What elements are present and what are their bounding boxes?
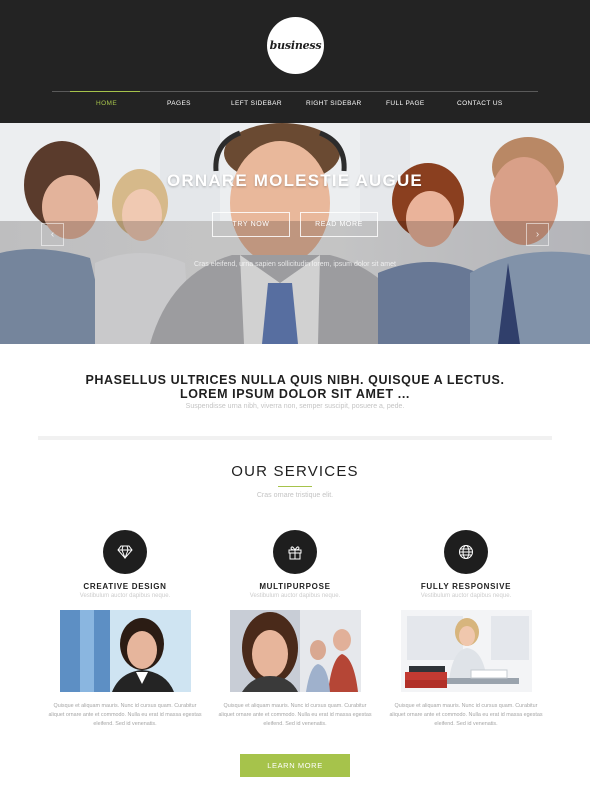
nav-item-full-page[interactable]: Full Page	[386, 100, 425, 107]
chevron-left-icon[interactable]: ‹	[41, 223, 64, 246]
gift-icon	[273, 530, 317, 574]
service-description: Quisque et aliquam mauris. Nunc id cursu…	[389, 703, 543, 727]
service-subtitle: Vestibulum auctor dapibus neque.	[420, 593, 512, 599]
service-description: Quisque et aliquam mauris. Nunc id cursu…	[48, 703, 202, 727]
diamond-icon	[103, 530, 147, 574]
service-description: Quisque et aliquam mauris. Nunc id cursu…	[218, 703, 372, 727]
try-now-button[interactable]: Try Now	[212, 212, 290, 237]
services-title-underline	[278, 486, 312, 487]
service-title: CREATIVE DESIGN	[83, 582, 167, 591]
hero-slider: ORNARE MOLESTIE AUGUE Try Now Read More …	[0, 123, 590, 344]
service-title: FULLY RESPONSIVE	[420, 582, 512, 591]
service-photo	[401, 610, 532, 692]
nav-item-home[interactable]: Home	[96, 100, 117, 107]
section-divider	[38, 436, 552, 440]
service-photo	[60, 610, 191, 692]
intro-heading-line-2: LOREM IPSUM DOLOR SIT AMET ...	[179, 387, 411, 401]
logo-text: business	[269, 39, 322, 52]
nav-item-contact-us[interactable]: Contact Us	[457, 100, 503, 107]
services-subtitle: Cras ornare tristique elit.	[256, 492, 334, 499]
service-subtitle: Vestibulum auctor dapibus neque.	[79, 593, 171, 599]
intro-subtitle: Suspendisse urna nibh, viverra non, semp…	[185, 403, 405, 410]
logo[interactable]: business	[267, 17, 324, 74]
intro-heading: PHASELLUS ULTRICES NULLA QUIS NIBH. QUIS…	[0, 373, 590, 401]
hero-title: ORNARE MOLESTIE AUGUE	[167, 171, 423, 190]
nav-item-left-sidebar[interactable]: Left Sidebar	[231, 100, 282, 107]
main-nav: Home Pages Left Sidebar Right Sidebar Fu…	[52, 100, 538, 116]
service-subtitle: Vestibulum auctor dapibus neque.	[249, 593, 341, 599]
hero-subtitle: Cras eleifend, urna sapien sollicitudin …	[194, 261, 396, 268]
nav-active-indicator	[70, 91, 140, 92]
read-more-button[interactable]: Read More	[300, 212, 378, 237]
learn-more-button[interactable]: Learn More	[240, 754, 350, 777]
nav-item-pages[interactable]: Pages	[167, 100, 191, 107]
intro-heading-line-1: PHASELLUS ULTRICES NULLA QUIS NIBH. QUIS…	[85, 373, 505, 387]
services-title: OUR SERVICES	[231, 463, 359, 480]
site-header: business Home Pages Left Sidebar Right S…	[0, 0, 590, 123]
service-title: MULTIPURPOSE	[259, 582, 331, 591]
service-photo	[230, 610, 361, 692]
hero-background-image	[0, 123, 590, 344]
nav-item-right-sidebar[interactable]: Right Sidebar	[306, 100, 362, 107]
globe-icon	[444, 530, 488, 574]
chevron-right-icon[interactable]: ›	[526, 223, 549, 246]
